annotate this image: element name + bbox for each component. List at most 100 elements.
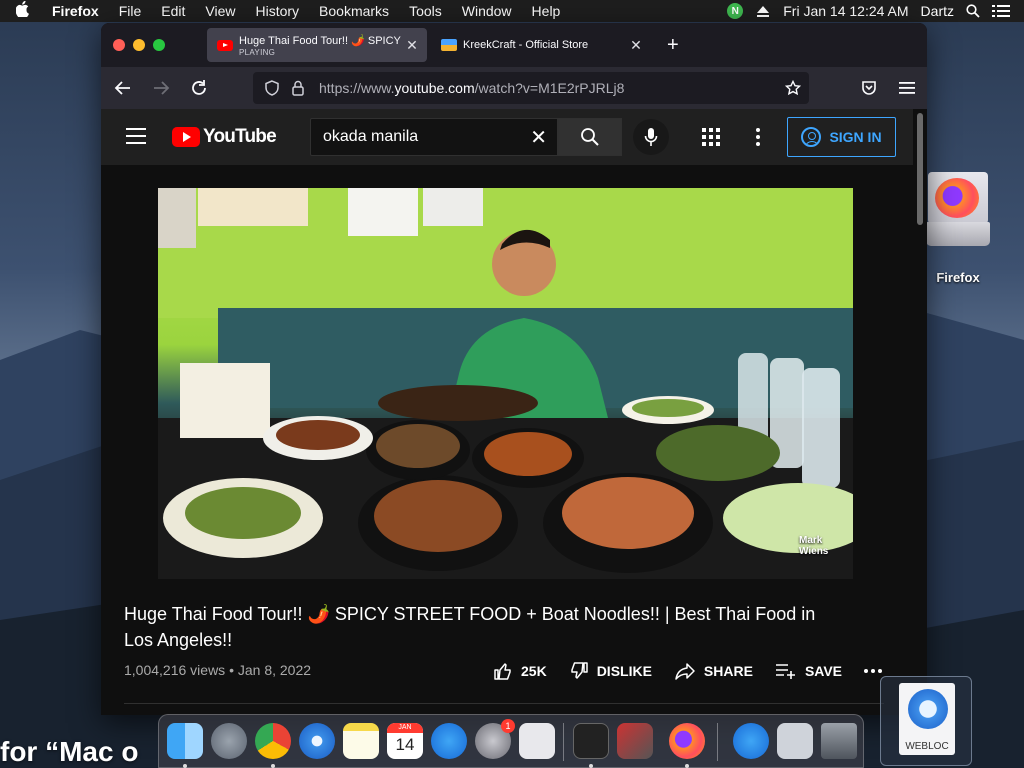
reload-icon[interactable] (187, 79, 211, 97)
menu-file[interactable]: File (119, 3, 142, 19)
scrollbar-thumb[interactable] (917, 113, 923, 225)
video-meta: 1,004,216 views • Jan 8, 2022 (124, 662, 312, 678)
close-window-button[interactable] (113, 39, 125, 51)
thumbs-down-icon (570, 662, 588, 679)
running-indicator (685, 764, 689, 768)
more-actions-icon[interactable] (864, 669, 883, 673)
video-actions: 25K DISLIKE SHARE SAVE (493, 658, 883, 684)
youtube-play-icon (172, 127, 200, 147)
background-window-text: for “Mac o (0, 736, 139, 767)
chrome-icon[interactable] (255, 723, 291, 759)
share-label: SHARE (703, 663, 753, 679)
roblox-icon[interactable] (519, 723, 555, 759)
search-button[interactable] (558, 118, 622, 156)
running-indicator (271, 764, 275, 768)
playlist-add-icon (775, 664, 795, 679)
tab-kreekcraft[interactable]: KreekCraft - Official Store ✕ (437, 28, 651, 62)
running-indicator (589, 764, 593, 768)
voice-search-button[interactable] (633, 119, 669, 155)
apps-grid-icon[interactable] (702, 128, 720, 146)
menubar-user[interactable]: Dartz (921, 3, 954, 19)
menu-edit[interactable]: Edit (161, 3, 185, 19)
apple-menu-icon[interactable] (15, 0, 34, 21)
share-arrow-icon (675, 663, 695, 680)
desktop-firefox-drive[interactable]: Firefox (926, 172, 990, 285)
spotlight-search-icon[interactable] (966, 4, 980, 18)
calendar-icon[interactable]: JAN 14 (387, 723, 423, 759)
menubar-clock[interactable]: Fri Jan 14 12:24 AM (783, 3, 908, 19)
trash-icon[interactable] (821, 723, 857, 759)
pocket-icon[interactable] (857, 80, 881, 96)
forward-arrow-icon[interactable] (149, 80, 173, 96)
zoom-window-button[interactable] (153, 39, 165, 51)
menu-app-firefox[interactable]: Firefox (52, 3, 99, 19)
microphone-icon (644, 128, 658, 146)
sign-in-button[interactable]: SIGN IN (787, 117, 896, 157)
system-preferences-icon[interactable]: 1 (475, 719, 515, 759)
page-scrollbar[interactable] (913, 109, 927, 715)
notification-badge: 1 (501, 719, 515, 733)
youtube-logo-text: YouTube (203, 126, 277, 147)
terminal-icon[interactable] (573, 723, 609, 759)
safari-icon[interactable] (299, 723, 335, 759)
control-center-icon[interactable] (992, 4, 1010, 18)
video-player[interactable]: Mark Wiens (158, 188, 853, 579)
menu-bar: Firefox File Edit View History Bookmarks… (0, 0, 1024, 22)
sign-in-label: SIGN IN (829, 129, 882, 145)
search-input[interactable]: okada manila ✕ (310, 118, 558, 156)
menu-history[interactable]: History (255, 3, 299, 19)
app-store-icon[interactable] (431, 723, 467, 759)
navigation-toolbar: https://www.youtube.com/watch?v=M1E2rPJR… (101, 67, 927, 109)
share-button[interactable]: SHARE (674, 661, 753, 681)
youtube-page: YouTube okada manila ✕ SIGN IN Mark Wien… (101, 109, 913, 715)
hamburger-menu-icon[interactable] (895, 81, 919, 95)
video-title: Huge Thai Food Tour!! 🌶️ SPICY STREET FO… (124, 604, 816, 650)
menu-view[interactable]: View (205, 3, 235, 19)
documents-stack-icon[interactable] (777, 723, 813, 759)
shield-icon[interactable] (263, 80, 281, 96)
clear-search-icon[interactable]: ✕ (530, 125, 547, 150)
youtube-favicon-icon (217, 39, 233, 51)
notes-icon[interactable] (343, 723, 379, 759)
address-bar[interactable]: https://www.youtube.com/watch?v=M1E2rPJR… (253, 72, 809, 104)
menu-bookmarks[interactable]: Bookmarks (319, 3, 389, 19)
webloc-label: WEBLOC (905, 741, 949, 752)
webloc-file-icon[interactable]: WEBLOC (880, 676, 972, 766)
n-status-icon[interactable]: N (727, 3, 744, 19)
guide-menu-icon[interactable] (126, 128, 146, 144)
search-icon (581, 128, 599, 146)
firefox-dock-icon[interactable] (669, 723, 705, 759)
back-arrow-icon[interactable] (111, 80, 135, 96)
like-button[interactable]: 25K (493, 661, 547, 681)
tab-title: KreekCraft - Official Store (463, 39, 589, 51)
url-text: https://www.youtube.com/watch?v=M1E2rPJR… (319, 80, 625, 96)
finder-icon[interactable] (167, 723, 203, 759)
new-tab-plus-icon[interactable]: + (667, 34, 679, 57)
tab-bar: Huge Thai Food Tour!! 🌶️ SPICY PLAYING ✕… (101, 23, 927, 67)
youtube-logo[interactable]: YouTube (172, 126, 277, 148)
mark-wiens-watermark: Mark Wiens (799, 535, 829, 557)
eject-icon[interactable] (755, 4, 771, 18)
firefox-window: Huge Thai Food Tour!! 🌶️ SPICY PLAYING ✕… (101, 23, 927, 715)
minimize-window-button[interactable] (133, 39, 145, 51)
close-tab-icon[interactable]: ✕ (405, 37, 419, 54)
launchpad-icon[interactable] (211, 723, 247, 759)
kreekcraft-favicon-icon (441, 39, 457, 51)
tab-youtube-video[interactable]: Huge Thai Food Tour!! 🌶️ SPICY PLAYING ✕ (207, 28, 427, 62)
bookmark-star-icon[interactable] (785, 80, 801, 96)
lock-icon[interactable] (289, 80, 307, 96)
running-indicator (183, 764, 187, 768)
like-count: 25K (521, 663, 547, 679)
dock-separator (563, 723, 564, 761)
tab-title: Huge Thai Food Tour!! 🌶️ SPICY (239, 34, 401, 47)
menu-help[interactable]: Help (532, 3, 561, 19)
close-tab-icon[interactable]: ✕ (629, 37, 643, 54)
video-frame-illustration (158, 188, 853, 579)
dislike-button[interactable]: DISLIKE (569, 661, 652, 681)
menu-window[interactable]: Window (462, 3, 512, 19)
photo-booth-icon[interactable] (617, 723, 653, 759)
settings-kebab-icon[interactable] (756, 128, 760, 149)
downloads-stack-icon[interactable] (733, 723, 769, 759)
menu-tools[interactable]: Tools (409, 3, 442, 19)
save-button[interactable]: SAVE (775, 662, 842, 680)
